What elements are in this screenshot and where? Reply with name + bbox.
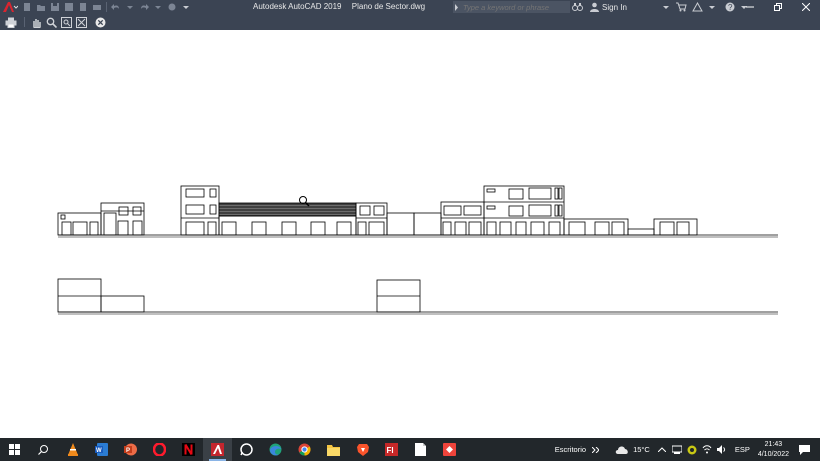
whatsapp-icon[interactable] — [232, 438, 261, 461]
chevron-up-icon[interactable] — [657, 447, 666, 452]
sign-in-button[interactable]: Sign In — [590, 2, 669, 12]
building-elevation — [180, 185, 442, 236]
new-icon[interactable] — [20, 1, 34, 13]
svg-text:?: ? — [728, 3, 733, 12]
title-bar: Autodesk AutoCAD 2019 Plano de Sector.dw… — [0, 0, 820, 14]
autocad-icon[interactable] — [203, 438, 232, 461]
svg-text:Fl: Fl — [387, 446, 394, 455]
zoom-extents-icon[interactable] — [74, 15, 89, 29]
plot-icon[interactable] — [76, 1, 90, 13]
toolbar-divider — [106, 2, 107, 12]
svg-text:W: W — [96, 448, 102, 454]
taskbar-apps: W P Fl — [0, 438, 464, 461]
opera-icon[interactable] — [145, 438, 174, 461]
chevron-double-right-icon[interactable] — [592, 446, 600, 453]
binoculars-icon[interactable] — [570, 1, 584, 13]
clock[interactable]: 21:43 4/10/2022 — [758, 440, 789, 460]
navigation-toolbar — [0, 14, 820, 30]
powerpoint-icon[interactable]: P — [116, 438, 145, 461]
toolbar-divider — [24, 17, 25, 27]
dropdown-icon[interactable] — [705, 1, 719, 13]
document-title: Plano de Sector.dwg — [351, 2, 426, 11]
save-icon[interactable] — [48, 1, 62, 13]
print-icon[interactable] — [3, 15, 18, 29]
building-elevation — [440, 185, 698, 236]
right-tools: Sign In ? — [570, 0, 751, 14]
building-section — [57, 278, 145, 313]
zoom-window-icon[interactable] — [59, 15, 74, 29]
restore-icon — [774, 3, 782, 11]
cloud-icon — [615, 445, 629, 454]
close-icon — [802, 3, 810, 11]
search-box[interactable] — [453, 1, 570, 13]
pan-icon[interactable] — [29, 15, 44, 29]
building-elevation — [57, 202, 145, 236]
brave-icon[interactable] — [348, 438, 377, 461]
drawing-canvas[interactable] — [0, 30, 820, 438]
window-title: Autodesk AutoCAD 2019 Plano de Sector.dw… — [253, 2, 433, 11]
dropdown-icon[interactable] — [123, 1, 137, 13]
search-icon[interactable] — [29, 438, 58, 461]
app-title: Autodesk AutoCAD 2019 — [253, 2, 342, 11]
clock-date: 4/10/2022 — [757, 450, 789, 458]
language-indicator[interactable]: ESP — [735, 445, 750, 454]
netflix-icon[interactable] — [174, 438, 203, 461]
notifications-icon[interactable] — [799, 444, 810, 455]
edge-icon[interactable] — [261, 438, 290, 461]
save-as-icon[interactable] — [62, 1, 76, 13]
system-tray: Escritorio 15°C ESP 21:43 4/10/2022 — [555, 438, 820, 461]
cart-icon[interactable] — [675, 1, 689, 13]
file-explorer-icon[interactable] — [319, 438, 348, 461]
help-icon[interactable]: ? — [723, 1, 737, 13]
network-icon[interactable] — [671, 445, 682, 454]
redo-icon[interactable] — [137, 1, 151, 13]
vlc-icon[interactable] — [58, 438, 87, 461]
building-section — [376, 279, 421, 313]
search-input[interactable] — [460, 2, 570, 12]
minimize-button[interactable] — [736, 0, 764, 14]
taskbar: W P Fl Escritorio 15°C ESP 21:43 4/10/20… — [0, 438, 820, 461]
sign-in-label: Sign In — [602, 2, 627, 12]
dropdown-icon[interactable] — [179, 1, 193, 13]
notepad-icon[interactable] — [406, 438, 435, 461]
svg-text:P: P — [126, 448, 130, 454]
close-button[interactable] — [792, 0, 820, 14]
usb-icon[interactable] — [687, 445, 697, 455]
wifi-icon[interactable] — [702, 445, 712, 454]
volume-icon[interactable] — [716, 445, 727, 454]
minimize-icon — [746, 3, 754, 11]
workspace-icon[interactable] — [165, 1, 179, 13]
autodesk-a360-icon[interactable] — [691, 1, 705, 13]
cad-drawing[interactable] — [0, 30, 820, 438]
close-circle-icon[interactable] — [93, 15, 108, 29]
open-icon[interactable] — [34, 1, 48, 13]
word-icon[interactable]: W — [87, 438, 116, 461]
chrome-icon[interactable] — [290, 438, 319, 461]
plot-preview-icon[interactable] — [90, 1, 104, 13]
start-icon[interactable] — [0, 438, 29, 461]
clock-time: 21:43 — [764, 440, 783, 448]
dropdown-icon[interactable] — [151, 1, 165, 13]
zoom-icon[interactable] — [44, 15, 59, 29]
temperature[interactable]: 15°C — [633, 445, 650, 454]
autocad-logo-icon[interactable] — [0, 0, 20, 14]
undo-icon[interactable] — [109, 1, 123, 13]
chevron-right-icon[interactable] — [453, 3, 461, 11]
chevron-down-icon — [662, 4, 669, 10]
restore-button[interactable] — [764, 0, 792, 14]
user-icon — [590, 2, 599, 12]
quick-access-toolbar — [0, 0, 193, 14]
desktop-label[interactable]: Escritorio — [555, 445, 586, 454]
anydesk-icon[interactable] — [435, 438, 464, 461]
flash-icon[interactable]: Fl — [377, 438, 406, 461]
